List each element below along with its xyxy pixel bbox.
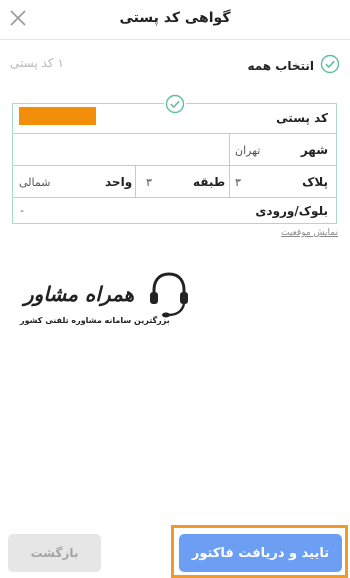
watermark-brand: همراه مشاور [24, 282, 135, 306]
divider [229, 134, 230, 165]
selected-count: ۱ کد پستی [10, 56, 64, 70]
plaque-label: پلاک [302, 175, 328, 189]
page-title: گواهی کد پستی [119, 10, 231, 26]
postal-code-card[interactable]: کد پستی شهر تهران پلاک ۳ طبقه ۳ واحد شما… [12, 103, 337, 224]
city-row: شهر تهران [13, 134, 336, 166]
watermark-tagline: بزرگترین سامانه مشاوره تلفنی کشور [20, 316, 170, 325]
floor-label: طبقه [193, 175, 226, 189]
selection-row: انتخاب همه ۱ کد پستی [0, 52, 350, 76]
count-label: کد پستی [10, 56, 54, 70]
confirm-invoice-button[interactable]: تایید و دریافت فاکتور [179, 534, 342, 572]
show-location-link[interactable]: نمایش موقعیت [281, 228, 338, 238]
count-number: ۱ [57, 56, 64, 70]
headset-logo-icon [148, 270, 190, 320]
back-button[interactable]: بازگشت [8, 534, 101, 572]
postal-code-redacted [19, 107, 96, 125]
city-value: تهران [235, 144, 261, 157]
select-all-label: انتخاب همه [247, 59, 314, 73]
divider [229, 166, 230, 197]
address-row: پلاک ۳ طبقه ۳ واحد شمالی [13, 166, 336, 198]
check-circle-icon [320, 54, 340, 78]
header: گواهی کد پستی [0, 0, 350, 40]
bottom-action-bar: بازگشت تایید و دریافت فاکتور [0, 525, 350, 578]
postal-code-label: کد پستی [276, 111, 328, 125]
block-label: بلوک/ورودی [255, 204, 328, 218]
floor-value: ۳ [146, 176, 152, 189]
city-label: شهر [300, 143, 328, 157]
block-value: - [20, 204, 24, 217]
unit-value: شمالی [19, 176, 51, 189]
unit-label: واحد [105, 175, 133, 189]
divider [135, 166, 136, 197]
card-check-icon[interactable] [164, 94, 186, 114]
plaque-value: ۳ [235, 176, 241, 189]
block-row: بلوک/ورودی - [13, 198, 336, 225]
select-all-checkbox[interactable]: انتخاب همه [247, 54, 340, 78]
watermark: همراه مشاور بزرگترین سامانه مشاوره تلفنی… [20, 270, 195, 332]
